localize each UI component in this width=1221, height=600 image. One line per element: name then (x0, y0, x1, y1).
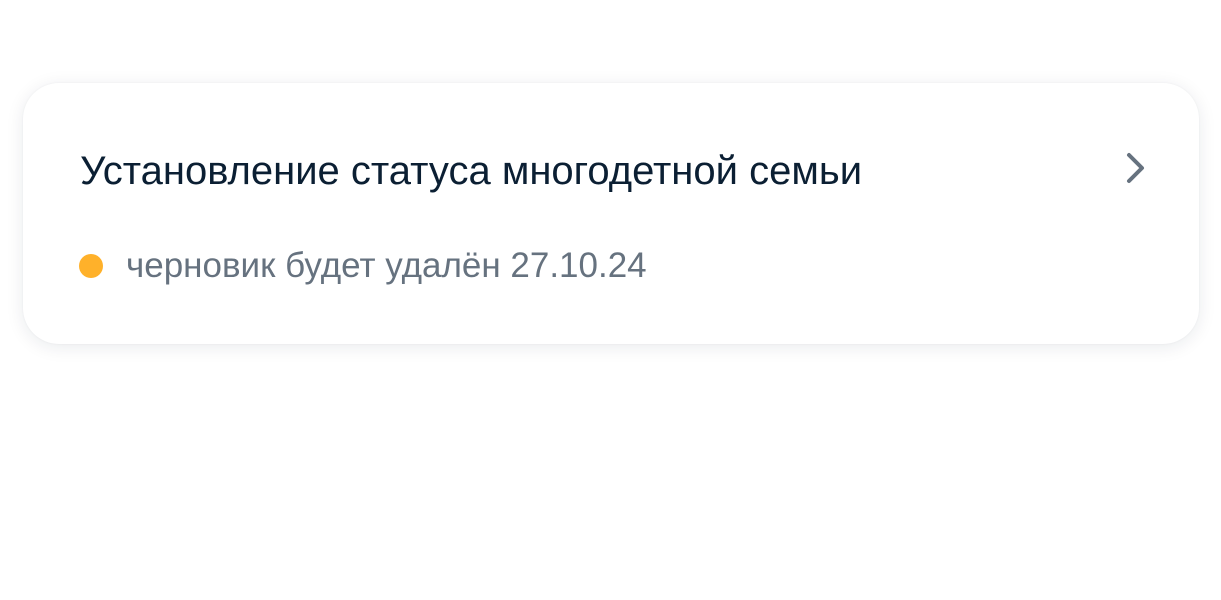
status-text: черновик будет удалён 27.10.24 (126, 246, 647, 285)
status-dot-icon (79, 254, 103, 278)
card-title: Установление статуса многодетной семьи (80, 149, 863, 193)
status-row: черновик будет удалён 27.10.24 (79, 245, 647, 287)
chevron-right-icon[interactable] (1123, 150, 1149, 186)
application-draft-card[interactable]: Установление статуса многодетной семьи ч… (23, 83, 1199, 344)
